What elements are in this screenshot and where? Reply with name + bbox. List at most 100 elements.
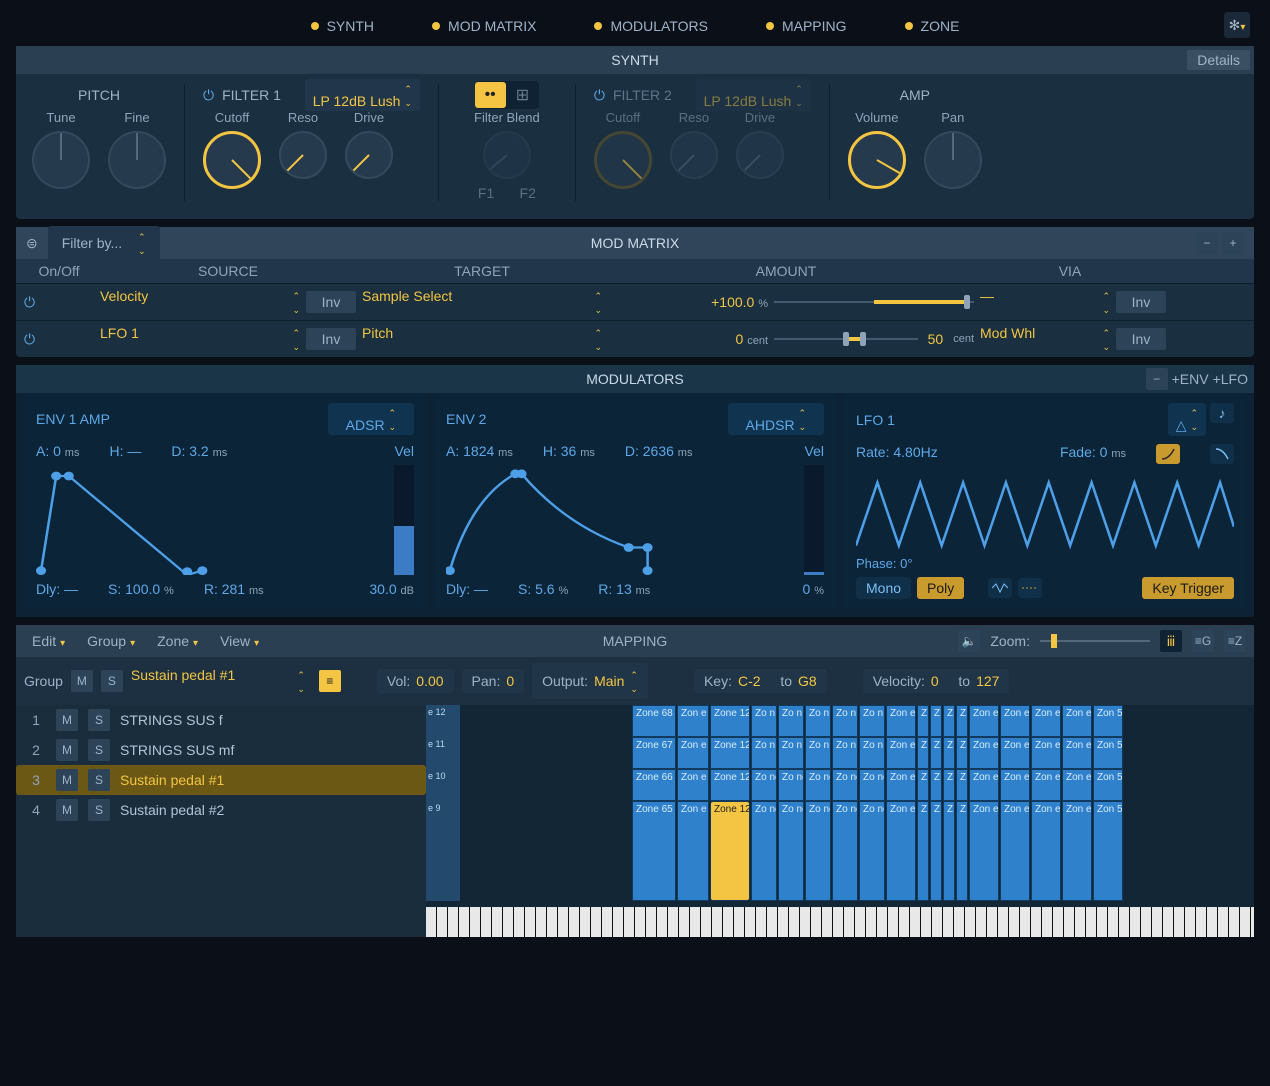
zone-cell[interactable]: Zo n… [778, 737, 804, 769]
filter-mode-toggle[interactable]: ••⊞ [475, 81, 540, 109]
zone-cell[interactable]: Z [917, 737, 929, 769]
selected-group[interactable]: Sustain pedal #1 [131, 667, 311, 695]
solo-button[interactable]: S [101, 670, 123, 692]
zone-cell[interactable]: Zon e… [1062, 705, 1092, 737]
zone-cell[interactable]: Zone 68 [632, 705, 676, 737]
vel-amount[interactable]: 30.0 dB [369, 581, 414, 597]
via-select[interactable]: — [980, 288, 1110, 316]
zone-cell[interactable]: Z o [917, 769, 929, 801]
power-icon[interactable]: ⏻ [203, 87, 214, 104]
drive-knob[interactable] [345, 131, 393, 179]
zone-cell[interactable]: Zon e 433 [1000, 801, 1030, 901]
zone-cell[interactable]: Zon e… [886, 705, 916, 737]
decay-value[interactable]: D: 3.2 ms [171, 443, 227, 459]
mute-button[interactable]: M [56, 709, 78, 731]
mute-button[interactable]: M [56, 739, 78, 761]
zone-cell[interactable]: Zon e… [677, 705, 709, 737]
tune-knob[interactable] [32, 131, 90, 189]
zone-cell[interactable]: Zone 65 [632, 801, 676, 901]
zone-cell[interactable]: Zon e 97 [677, 801, 709, 901]
zone-cell[interactable]: Zo ne 250 [832, 769, 858, 801]
add-lfo-button[interactable]: +LFO [1213, 371, 1248, 387]
group-row[interactable]: 3MSSustain pedal #1 [16, 765, 426, 795]
sustain-value[interactable]: S: 5.6 % [518, 581, 568, 597]
zone-cell[interactable]: Zon e… [1031, 705, 1061, 737]
zone-cell[interactable]: Zon e… [1000, 705, 1030, 737]
zone-cell[interactable]: Zon 50 [1093, 737, 1123, 769]
zone-cell[interactable]: Zo n… [751, 737, 777, 769]
inv-button[interactable]: Inv [1116, 328, 1166, 350]
zone-cell[interactable]: Zon e… [1062, 801, 1092, 901]
fade-out-icon[interactable] [1210, 444, 1234, 464]
sustain-value[interactable]: S: 100.0 % [108, 581, 174, 597]
vel-bar[interactable] [804, 465, 824, 575]
note-sync-icon[interactable]: ♪ [1210, 403, 1234, 423]
vel-bar[interactable] [394, 465, 414, 575]
zone-cell[interactable]: Zo ne 178 [778, 769, 804, 801]
zone-cell[interactable]: Zo ne 177 [778, 801, 804, 901]
zone-cell[interactable]: Z [917, 705, 929, 737]
source-select[interactable]: LFO 1 [100, 325, 300, 353]
zone-cell[interactable]: Zo ne 15 3 [751, 801, 777, 901]
zone-cell[interactable]: Zon e… [886, 769, 916, 801]
decay-value[interactable]: D: 2636 ms [625, 443, 693, 459]
zone-cell[interactable]: Zo ne 249 [832, 801, 858, 901]
amount-value[interactable]: 0 [736, 331, 744, 347]
pan-knob[interactable] [924, 131, 982, 189]
zone-cell[interactable]: Zo n… [751, 705, 777, 737]
settings-button[interactable]: ✻ [1224, 12, 1250, 38]
zoom-slider[interactable] [1040, 640, 1150, 642]
remove-row-button[interactable]: − [1196, 232, 1218, 254]
release-value[interactable]: R: 13 ms [598, 581, 650, 597]
zone-cell[interactable]: Zone 67 [632, 737, 676, 769]
volume-knob[interactable] [848, 131, 906, 189]
zone-map[interactable]: e 12Zone 68Zon e…Zone 124Zo n…Zo n…Zo n…… [426, 705, 1254, 937]
solo-button[interactable]: S [88, 799, 110, 821]
zone-cell[interactable]: Zon e… [1062, 769, 1092, 801]
solo-button[interactable]: S [88, 769, 110, 791]
via-select[interactable]: Mod Whl [980, 325, 1110, 353]
key-range[interactable]: Key: C-2 to G8 [694, 669, 827, 693]
env-mode-select[interactable]: AHDSR [728, 403, 824, 435]
inv-button[interactable]: Inv [1116, 291, 1166, 313]
zone-cell[interactable]: Zo n… [805, 705, 831, 737]
attack-value[interactable]: A: 0 ms [36, 443, 79, 459]
zone-cell[interactable]: Zo n… [859, 737, 885, 769]
zone-cell[interactable]: Zo n… [859, 705, 885, 737]
zone-cell[interactable]: Z o [930, 769, 942, 801]
zone-cell[interactable]: Zone 122 [710, 769, 750, 801]
zone-cell[interactable]: Zon e 466 [1031, 769, 1061, 801]
details-button[interactable]: Details [1187, 50, 1250, 70]
zone-cell[interactable]: Zone 123 [710, 737, 750, 769]
zone-cell[interactable]: Z o n e 3 [917, 801, 929, 901]
vel-amount[interactable]: 0 % [803, 581, 824, 597]
amount2-value[interactable]: 50 [928, 331, 944, 347]
zone-menu[interactable]: Zone [149, 630, 206, 652]
zone-cell[interactable]: Zon e 99 [677, 737, 709, 769]
zone-cell[interactable]: Zon e… [886, 801, 916, 901]
zone-cell[interactable]: Zon e… [1031, 737, 1061, 769]
group-row[interactable]: 2MSSTRINGS SUS mf [16, 735, 426, 765]
amount-slider[interactable] [774, 301, 974, 303]
zone-cell[interactable]: Zon e 465 [1031, 801, 1061, 901]
zone-cell[interactable]: Zon e… [969, 705, 999, 737]
env-mode-select[interactable]: ADSR [328, 403, 414, 435]
remove-mod-button[interactable]: − [1146, 368, 1168, 390]
filter-by-menu[interactable]: Filter by... [48, 226, 160, 260]
zone-cell[interactable]: Zon 50 [1093, 769, 1123, 801]
power-icon[interactable]: ⏻ [594, 87, 605, 104]
drive-knob-2[interactable] [736, 131, 784, 179]
mute-button[interactable]: M [56, 799, 78, 821]
target-select[interactable]: Pitch [362, 325, 602, 353]
zone-cell[interactable]: Zon e 98 [677, 769, 709, 801]
envelope-editor[interactable] [446, 465, 824, 575]
filter2-type[interactable]: LP 12dB Lush [696, 79, 811, 111]
poly-button[interactable]: Poly [917, 577, 964, 599]
target-select[interactable]: Sample Select [362, 288, 602, 316]
lfo-display-mode-2[interactable] [1018, 578, 1042, 598]
group-row[interactable]: 1MSSTRINGS SUS f [16, 705, 426, 735]
pan-field[interactable]: Pan: 0 [462, 669, 525, 693]
zone-cell[interactable]: Zon e 434 [1000, 769, 1030, 801]
zone-cell[interactable]: Z [943, 705, 955, 737]
cutoff-knob-2[interactable] [594, 131, 652, 189]
